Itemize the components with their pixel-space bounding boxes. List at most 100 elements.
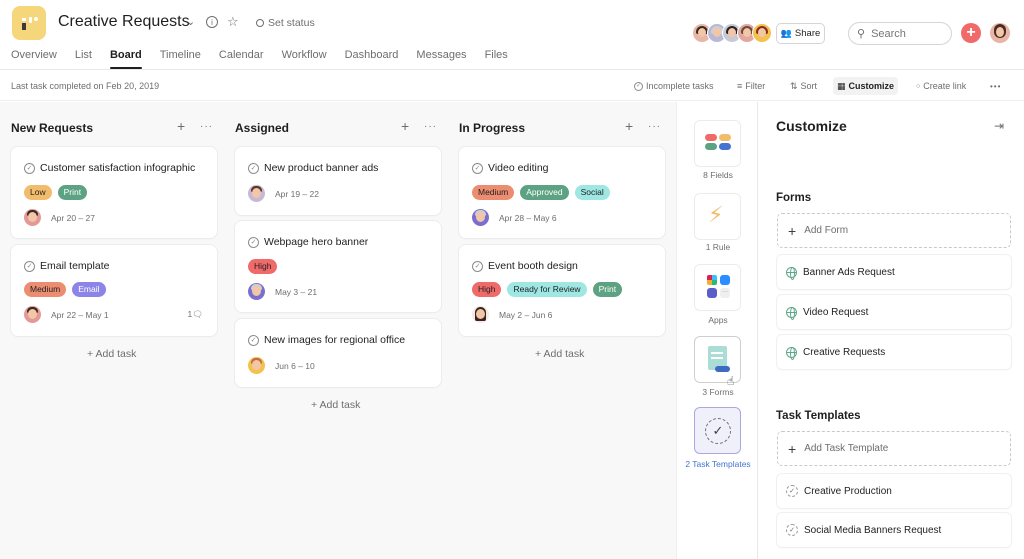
- add-task-button[interactable]: + Add task: [87, 348, 136, 360]
- task-template-item[interactable]: ✓ Creative Production: [777, 474, 1011, 508]
- rules-label: 1 Rule: [705, 242, 731, 252]
- more-options-button[interactable]: •••: [986, 77, 1005, 95]
- tab-board[interactable]: Board: [109, 49, 142, 69]
- chevron-down-icon[interactable]: ⌄: [186, 17, 195, 28]
- search-input[interactable]: [871, 27, 942, 40]
- board: New Requests + ··· ✓ Customer satisfactio…: [0, 102, 676, 559]
- task-card[interactable]: ✓ Email template Medium Email Apr 22 – Ma…: [11, 245, 217, 336]
- tab-overview[interactable]: Overview: [11, 49, 57, 69]
- complete-check-icon[interactable]: ✓: [248, 334, 259, 346]
- add-task-template-button[interactable]: + Add Task Template: [777, 431, 1011, 466]
- globe-icon: [786, 306, 797, 320]
- tab-workflow[interactable]: Workflow: [282, 49, 327, 69]
- task-templates-label: 2 Task Templates: [685, 459, 751, 469]
- task-card[interactable]: ✓ Webpage hero banner High May 3 – 21: [235, 221, 441, 312]
- project-logo-icon: [12, 6, 46, 40]
- task-templates-button[interactable]: ✓: [694, 407, 741, 454]
- assignee-avatar[interactable]: [472, 306, 489, 323]
- tag-priority: Medium: [24, 282, 67, 297]
- task-card[interactable]: ✓ Customer satisfaction infographic Low P…: [11, 147, 217, 238]
- complete-check-icon[interactable]: ✓: [24, 162, 35, 174]
- due-date: Jun 6 – 10: [275, 360, 315, 371]
- tag-priority: High: [248, 259, 278, 274]
- form-name: Creative Requests: [803, 346, 886, 358]
- add-task-button[interactable]: + Add task: [535, 348, 584, 360]
- add-task-icon[interactable]: +: [625, 118, 633, 134]
- apps-button[interactable]: ···: [694, 264, 741, 311]
- filter-button[interactable]: ≡ Filter: [733, 77, 769, 95]
- comment-count[interactable]: 1🗨: [187, 309, 203, 320]
- fields-button[interactable]: [694, 120, 741, 167]
- column-more-icon[interactable]: ···: [424, 121, 437, 132]
- create-link-button[interactable]: ○ Create link: [912, 77, 970, 95]
- column-more-icon[interactable]: ···: [648, 121, 661, 132]
- task-template-item[interactable]: ✓ Social Media Banners Request: [777, 513, 1011, 547]
- avatar: [752, 23, 772, 43]
- assignee-avatar[interactable]: [472, 209, 489, 226]
- add-task-icon[interactable]: +: [177, 118, 185, 134]
- filter-label: Filter: [745, 81, 766, 91]
- add-task-template-label: Add Task Template: [804, 443, 889, 454]
- share-button[interactable]: 👥 Share: [776, 23, 825, 44]
- add-task-button[interactable]: + Add task: [311, 399, 360, 411]
- column-more-icon[interactable]: ···: [200, 121, 213, 132]
- complete-check-icon[interactable]: ✓: [472, 260, 483, 272]
- complete-check-icon[interactable]: ✓: [472, 162, 483, 174]
- tab-list[interactable]: List: [75, 49, 92, 69]
- task-title: Customer satisfaction infographic: [40, 162, 196, 174]
- add-form-button[interactable]: + Add Form: [777, 213, 1011, 248]
- tab-dashboard[interactable]: Dashboard: [345, 49, 399, 69]
- task-title: Video editing: [488, 162, 549, 174]
- quick-add-button[interactable]: +: [961, 23, 981, 43]
- star-icon[interactable]: ☆: [227, 15, 239, 28]
- complete-check-icon[interactable]: ✓: [248, 236, 259, 248]
- assignee-avatar[interactable]: [248, 357, 265, 374]
- incomplete-tasks-button[interactable]: ✓ Incomplete tasks: [630, 77, 718, 95]
- info-icon[interactable]: i: [206, 16, 218, 28]
- task-card[interactable]: ✓ Video editing Medium Approved Social Ap…: [459, 147, 665, 238]
- tag-channel: Social: [574, 185, 610, 200]
- tag-channel: Print: [57, 185, 88, 200]
- search-icon: ⚲: [857, 28, 866, 40]
- collapse-panel-icon[interactable]: ⇥: [994, 119, 1004, 133]
- task-card[interactable]: ✓ New images for regional office Jun 6 – …: [235, 319, 441, 387]
- rules-button[interactable]: ⚡: [694, 193, 741, 240]
- tab-calendar[interactable]: Calendar: [219, 49, 264, 69]
- assignee-avatar[interactable]: [248, 185, 265, 202]
- assignee-avatar[interactable]: [24, 306, 41, 323]
- project-members[interactable]: [692, 23, 772, 43]
- task-card[interactable]: ✓ Event booth design High Ready for Revie…: [459, 245, 665, 336]
- user-avatar[interactable]: [990, 23, 1010, 43]
- tag-priority: Medium: [472, 185, 515, 200]
- search-box[interactable]: ⚲: [848, 22, 952, 45]
- form-name: Video Request: [803, 306, 869, 318]
- template-name: Creative Production: [804, 485, 892, 497]
- plus-icon: +: [788, 440, 797, 457]
- form-item[interactable]: Banner Ads Request: [777, 255, 1011, 289]
- tab-messages[interactable]: Messages: [416, 49, 466, 69]
- dashed-check-icon: ✓: [786, 524, 798, 536]
- set-status-button[interactable]: Set status: [256, 17, 315, 29]
- tag-priority: Low: [24, 185, 52, 200]
- column-title: In Progress: [459, 121, 526, 135]
- lightning-icon: ⚡: [708, 202, 724, 227]
- assignee-avatar[interactable]: [24, 209, 41, 226]
- assignee-avatar[interactable]: [248, 283, 265, 300]
- tab-timeline[interactable]: Timeline: [160, 49, 201, 69]
- add-task-icon[interactable]: +: [401, 118, 409, 134]
- task-title: New images for regional office: [264, 334, 406, 346]
- sort-button[interactable]: ⇅ Sort: [786, 77, 821, 95]
- customize-label: Customize: [848, 81, 895, 91]
- complete-check-icon[interactable]: ✓: [24, 260, 35, 272]
- tag-status: Ready for Review: [507, 282, 587, 297]
- task-card[interactable]: ✓ New product banner ads Apr 19 – 22: [235, 147, 441, 215]
- form-item[interactable]: Video Request: [777, 295, 1011, 329]
- complete-check-icon[interactable]: ✓: [248, 162, 259, 174]
- project-title: Creative Requests: [58, 13, 190, 30]
- task-title: Email template: [40, 260, 110, 272]
- customize-button[interactable]: ▦ Customize: [833, 77, 899, 95]
- sort-label: Sort: [800, 81, 818, 91]
- tab-files[interactable]: Files: [485, 49, 508, 69]
- form-item[interactable]: Creative Requests: [777, 335, 1011, 369]
- forms-heading: Forms: [776, 192, 812, 204]
